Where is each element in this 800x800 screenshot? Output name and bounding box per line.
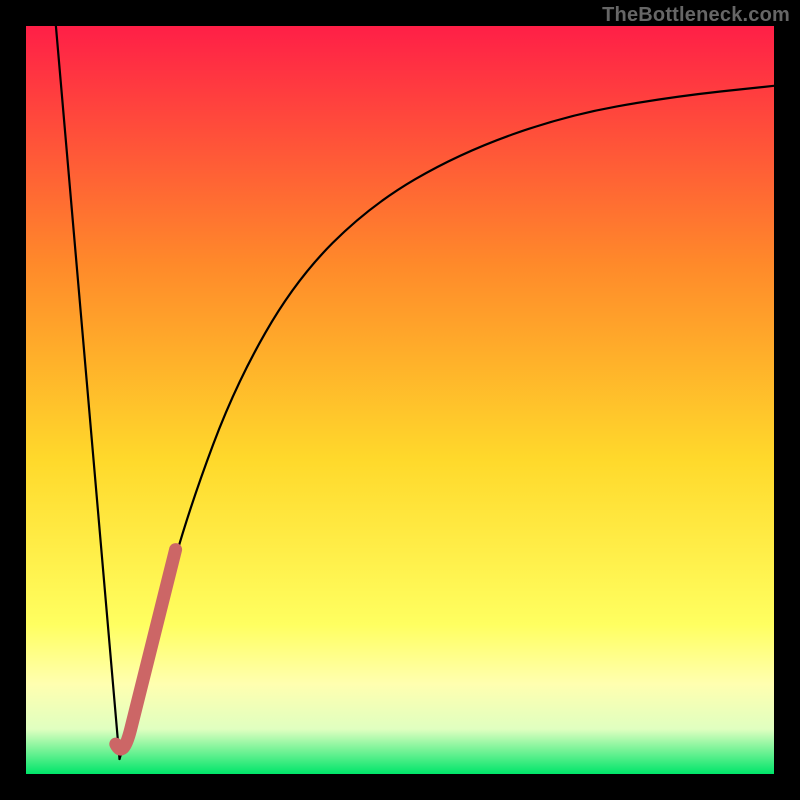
plot-area <box>26 26 774 774</box>
attribution-text: TheBottleneck.com <box>602 4 790 27</box>
chart-svg <box>26 26 774 774</box>
gradient-background <box>26 26 774 774</box>
chart-frame: TheBottleneck.com <box>0 0 800 800</box>
